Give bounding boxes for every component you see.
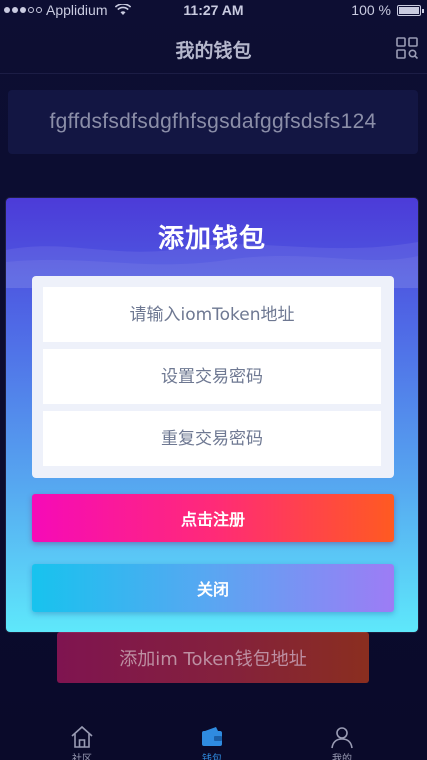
add-imtoken-address-label: 添加im Token钱包地址 [119, 648, 307, 670]
add-wallet-modal: 添加钱包 点击注册 关闭 [6, 198, 418, 632]
modal-title: 添加钱包 [157, 224, 266, 254]
tab-mine[interactable]: 我的 [312, 724, 372, 760]
wallet-icon [202, 727, 222, 746]
wallet-form [32, 276, 394, 478]
page-title: 我的钱包 [175, 40, 252, 62]
status-right: 100 % [351, 2, 424, 18]
imtoken-address-input[interactable] [43, 287, 381, 342]
user-icon [331, 727, 353, 749]
confirm-password-input[interactable] [43, 411, 381, 466]
wallet-address: fgffdsfsdfsdgfhfsgsdafggfsdsfs124 [49, 110, 377, 133]
add-imtoken-address-button[interactable]: 添加im Token钱包地址 [57, 632, 369, 683]
nav-header: 我的钱包 [0, 20, 427, 74]
wallet-address-box[interactable]: fgffdsfsdfsdgfhfsgsdafggfsdsfs124 [8, 90, 418, 154]
tab-wallet[interactable]: 钱包 [182, 724, 242, 760]
battery-percent: 100 % [351, 2, 391, 18]
qr-scan-icon[interactable] [395, 36, 419, 60]
tab-wallet-label: 钱包 [202, 754, 222, 760]
register-button[interactable]: 点击注册 [32, 494, 394, 542]
status-bar: Applidium 11:27 AM 100 % [0, 0, 427, 20]
close-button[interactable]: 关闭 [32, 564, 394, 612]
wallet-screen: Applidium 11:27 AM 100 % 我的钱包 fgffdsfsdf… [0, 0, 427, 760]
tab-mine-label: 我的 [332, 754, 352, 760]
battery-icon [397, 4, 424, 16]
home-icon [71, 725, 93, 748]
trade-password-input[interactable] [43, 349, 381, 404]
tab-community-label: 社区 [72, 754, 92, 760]
tab-community[interactable]: 社区 [52, 724, 112, 760]
tab-bar: 社区 钱包 我的 [0, 718, 427, 760]
